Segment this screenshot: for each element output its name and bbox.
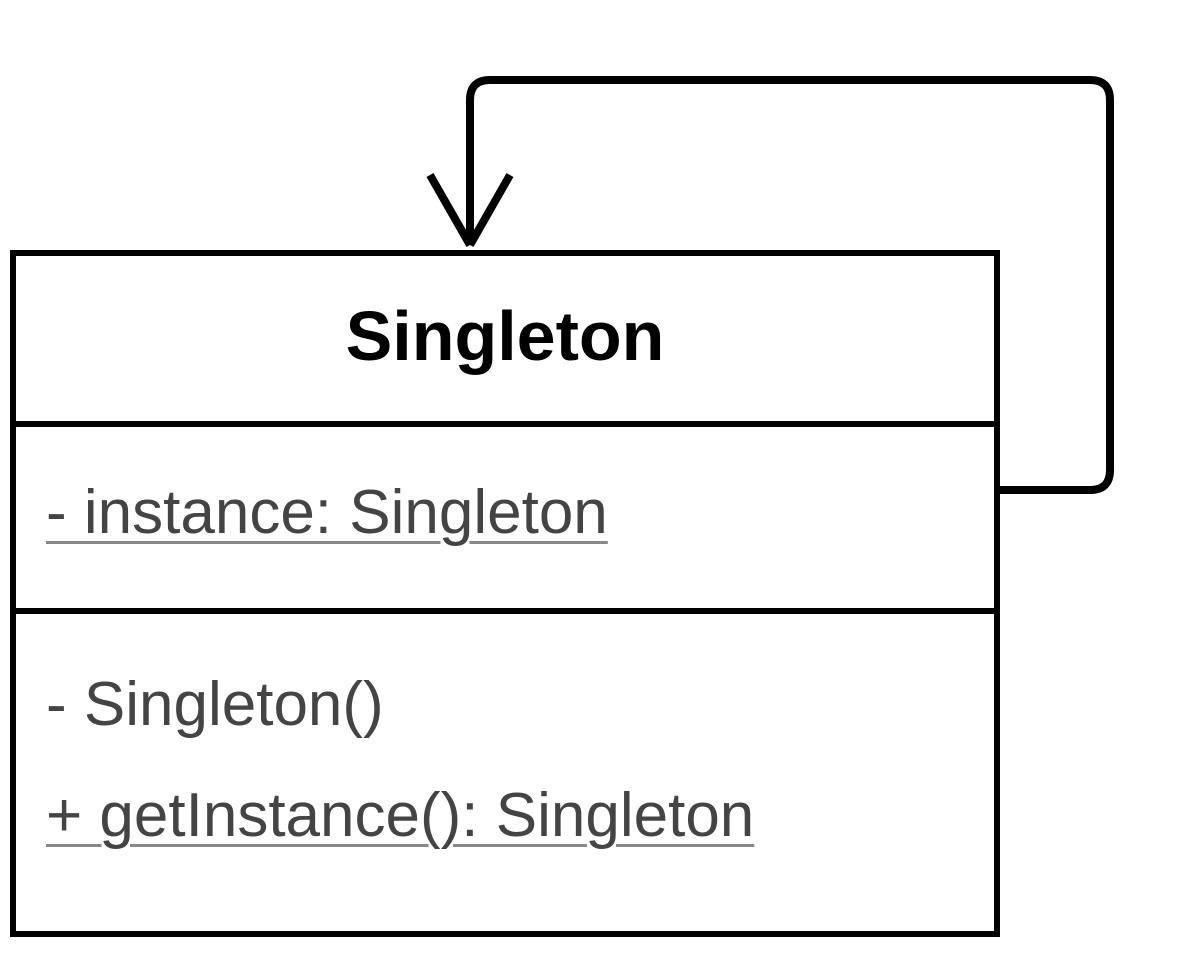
attribute-instance: - instance: Singleton [46, 477, 608, 548]
uml-class-singleton: Singleton - instance: Singleton - Single… [10, 250, 1000, 937]
method-constructor: - Singleton() [46, 669, 964, 740]
methods-compartment: - Singleton() + getInstance(): Singleton [16, 614, 994, 931]
class-name: Singleton [16, 256, 994, 427]
diagram-canvas: Singleton - instance: Singleton - Single… [0, 0, 1185, 960]
method-getinstance: + getInstance(): Singleton [46, 780, 964, 851]
attributes-compartment: - instance: Singleton [16, 427, 994, 614]
